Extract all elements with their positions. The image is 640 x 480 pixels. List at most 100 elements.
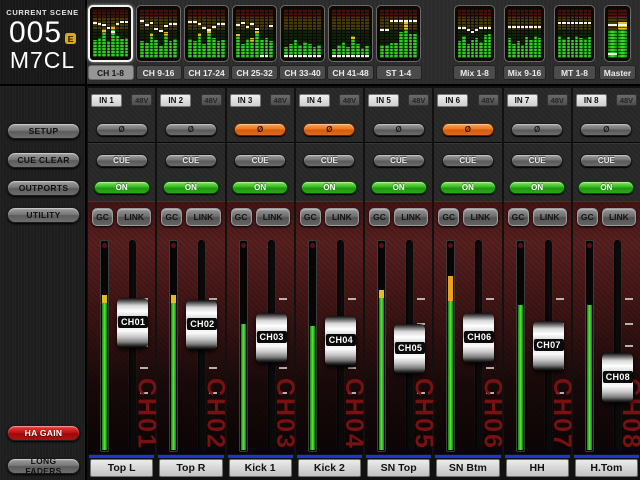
- input-port-button[interactable]: IN 1: [91, 94, 122, 107]
- gain-compensation-button[interactable]: GC: [92, 208, 113, 226]
- input-port-button[interactable]: IN 5: [368, 94, 399, 107]
- fader-handle[interactable]: CH01: [117, 298, 149, 348]
- channel-name[interactable]: H.Tom: [574, 459, 638, 477]
- fader-section: GC LINK CH05 CH05: [365, 201, 437, 454]
- channel-name[interactable]: HH: [505, 459, 569, 477]
- on-button[interactable]: ON: [439, 181, 496, 194]
- gain-compensation-button[interactable]: GC: [369, 208, 390, 226]
- fader-position-mark: [475, 28, 479, 31]
- link-button[interactable]: LINK: [532, 208, 567, 226]
- tab-label: CH 1-8: [87, 65, 134, 80]
- channel-name[interactable]: SN Btm: [436, 459, 500, 477]
- utility-button[interactable]: UTILITY: [7, 207, 80, 223]
- outports-button[interactable]: OUTPORTS: [7, 180, 80, 196]
- phantom-48v-button[interactable]: 48V: [546, 94, 568, 106]
- fader-section: GC LINK CH02 CH02: [157, 201, 230, 454]
- cue-button[interactable]: CUE: [234, 154, 287, 167]
- phantom-48v-button[interactable]: 48V: [477, 94, 499, 106]
- tab-ch-17-24[interactable]: CH 17-24: [183, 5, 230, 80]
- phase-button[interactable]: Ø: [95, 123, 148, 136]
- fader-handle[interactable]: CH03: [255, 313, 287, 363]
- fader-position-mark: [197, 22, 202, 25]
- phase-button[interactable]: Ø: [234, 123, 287, 136]
- channel-name[interactable]: Kick 1: [228, 459, 292, 477]
- link-button[interactable]: LINK: [255, 208, 290, 226]
- fader-handle[interactable]: CH08: [601, 353, 633, 403]
- fader-handle[interactable]: CH04: [324, 316, 356, 366]
- tab-label: CH 9-16: [135, 65, 182, 80]
- long-faders-button[interactable]: LONG FADERS: [7, 456, 80, 476]
- tab-mix-1-8[interactable]: Mix 1-8: [453, 5, 496, 80]
- gain-compensation-button[interactable]: GC: [438, 208, 460, 226]
- channel-name[interactable]: Top R: [159, 459, 223, 477]
- tab-ch-33-40[interactable]: CH 33-40: [279, 5, 326, 80]
- gain-compensation-button[interactable]: GC: [576, 208, 598, 226]
- phantom-48v-button[interactable]: 48V: [408, 94, 430, 106]
- on-button[interactable]: ON: [370, 181, 427, 194]
- link-button[interactable]: LINK: [601, 208, 636, 226]
- link-button[interactable]: LINK: [463, 208, 498, 226]
- fader-handle[interactable]: CH02: [186, 300, 218, 350]
- input-port-button[interactable]: IN 2: [160, 94, 192, 107]
- fader-position-mark: [516, 25, 520, 28]
- tab-mt-1-8[interactable]: MT 1-8: [553, 5, 596, 80]
- input-port-button[interactable]: IN 7: [506, 94, 538, 107]
- on-button[interactable]: ON: [93, 181, 150, 194]
- link-button[interactable]: LINK: [186, 208, 221, 226]
- on-button[interactable]: ON: [578, 181, 635, 194]
- gain-compensation-button[interactable]: GC: [507, 208, 529, 226]
- phase-button[interactable]: Ø: [164, 123, 217, 136]
- on-button[interactable]: ON: [232, 181, 289, 194]
- link-button[interactable]: LINK: [117, 208, 152, 226]
- input-port-button[interactable]: IN 4: [298, 94, 330, 107]
- tab-st-1-4[interactable]: ST 1-4: [375, 5, 422, 80]
- phase-button[interactable]: Ø: [441, 123, 494, 136]
- cue-button[interactable]: CUE: [164, 154, 217, 167]
- cue-button[interactable]: CUE: [372, 154, 425, 167]
- on-button[interactable]: ON: [162, 181, 219, 194]
- on-button[interactable]: ON: [509, 181, 566, 194]
- gain-compensation-button[interactable]: GC: [230, 208, 252, 226]
- cue-button[interactable]: CUE: [511, 154, 564, 167]
- tab-master[interactable]: Master: [598, 5, 637, 80]
- fader-position-mark: [458, 26, 462, 29]
- channel-name[interactable]: Kick 2: [297, 459, 361, 477]
- fader-handle[interactable]: CH07: [532, 321, 564, 371]
- tab-mix-9-16[interactable]: Mix 9-16: [502, 5, 547, 80]
- input-port-button[interactable]: IN 6: [437, 94, 469, 107]
- fader-position-mark: [608, 23, 617, 26]
- tab-ch-25-32[interactable]: CH 25-32: [231, 5, 278, 80]
- phantom-48v-button[interactable]: 48V: [269, 94, 291, 106]
- phantom-48v-button[interactable]: 48V: [200, 94, 222, 106]
- channel-name[interactable]: SN Top: [367, 459, 431, 477]
- tab-ch-9-16[interactable]: CH 9-16: [135, 5, 182, 80]
- tab-ch-41-48[interactable]: CH 41-48: [327, 5, 374, 80]
- tab-ch-1-8[interactable]: CH 1-8: [87, 5, 134, 80]
- input-port-button[interactable]: IN 8: [575, 94, 607, 107]
- cue-button[interactable]: CUE: [95, 154, 148, 167]
- meter-bar: [462, 9, 466, 58]
- link-button[interactable]: LINK: [394, 208, 429, 226]
- phase-button[interactable]: Ø: [303, 123, 356, 136]
- cue-clear-button[interactable]: CUE CLEAR: [7, 152, 80, 168]
- phase-button[interactable]: Ø: [372, 123, 425, 136]
- phantom-48v-button[interactable]: 48V: [131, 94, 153, 106]
- fader-section: GC LINK CH07 CH07: [503, 201, 576, 454]
- gain-compensation-button[interactable]: GC: [299, 208, 321, 226]
- ha-gain-button[interactable]: HA GAIN: [7, 425, 80, 441]
- phase-button[interactable]: Ø: [511, 123, 564, 136]
- link-button[interactable]: LINK: [324, 208, 359, 226]
- phase-button[interactable]: Ø: [580, 123, 633, 136]
- on-button[interactable]: ON: [301, 181, 358, 194]
- fader-handle[interactable]: CH05: [394, 324, 426, 374]
- gain-compensation-button[interactable]: GC: [161, 208, 183, 226]
- cue-button[interactable]: CUE: [580, 154, 633, 167]
- setup-button[interactable]: SETUP: [7, 123, 80, 139]
- phantom-48v-button[interactable]: 48V: [616, 94, 637, 106]
- channel-name[interactable]: Top L: [90, 459, 154, 477]
- input-port-button[interactable]: IN 3: [229, 94, 261, 107]
- fader-handle[interactable]: CH06: [463, 313, 495, 363]
- cue-button[interactable]: CUE: [441, 154, 494, 167]
- phantom-48v-button[interactable]: 48V: [339, 94, 360, 106]
- cue-button[interactable]: CUE: [303, 154, 356, 167]
